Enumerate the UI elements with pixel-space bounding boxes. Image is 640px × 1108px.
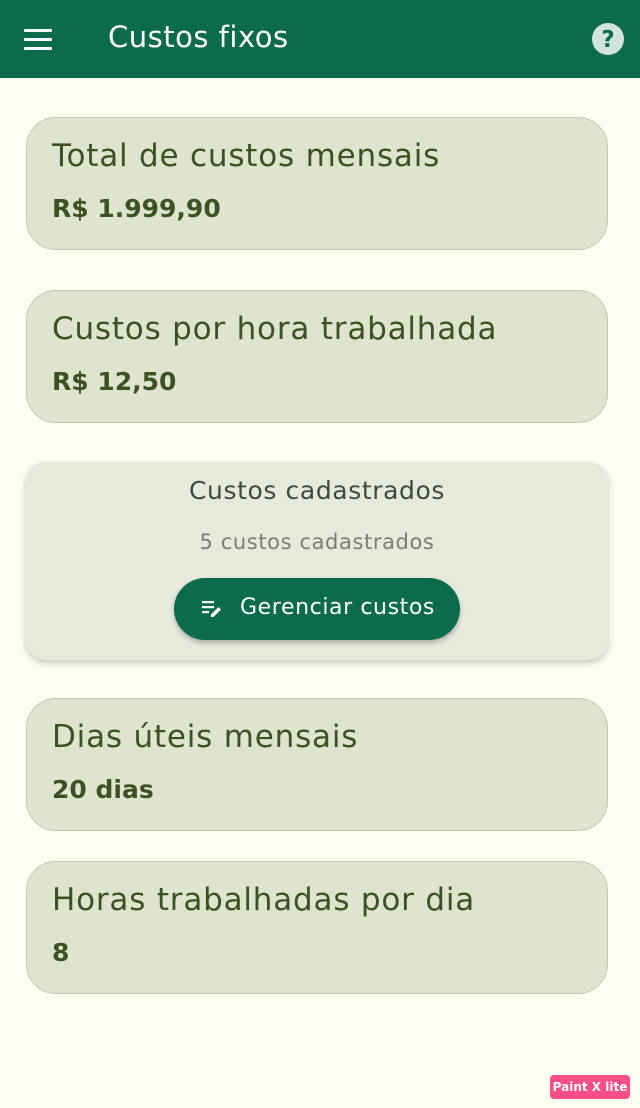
- manage-costs-label: Gerenciar custos: [240, 595, 435, 620]
- manage-costs-button[interactable]: Gerenciar custos: [174, 578, 460, 640]
- app-bar: Custos fixos ?: [0, 0, 640, 78]
- total-monthly-costs-card[interactable]: Total de custos mensais R$ 1.999,90: [26, 117, 608, 250]
- menu-line: [24, 46, 52, 50]
- card-label: Custos por hora trabalhada: [52, 311, 498, 347]
- registered-costs-title: Custos cadastrados: [188, 476, 446, 505]
- cost-per-hour-card[interactable]: Custos por hora trabalhada R$ 12,50: [26, 290, 608, 423]
- svg-text:?: ?: [601, 27, 614, 53]
- registered-costs-card: Custos cadastrados 5 custos cadastrados …: [26, 462, 608, 660]
- card-value: 20 dias: [52, 775, 154, 804]
- watermark-badge: Paint X lite: [550, 1075, 630, 1099]
- monthly-work-days-card[interactable]: Dias úteis mensais 20 dias: [26, 698, 608, 831]
- card-value: R$ 1.999,90: [52, 194, 221, 223]
- menu-line: [24, 37, 52, 41]
- page-title: Custos fixos: [108, 20, 289, 54]
- hours-per-day-card[interactable]: Horas trabalhadas por dia 8: [26, 861, 608, 994]
- card-value: 8: [52, 938, 70, 967]
- edit-note-icon: [202, 601, 221, 617]
- card-label: Total de custos mensais: [52, 138, 441, 174]
- help-circle-icon[interactable]: ?: [590, 21, 626, 57]
- card-label: Horas trabalhadas por dia: [52, 882, 476, 918]
- card-value: R$ 12,50: [52, 367, 177, 396]
- registered-costs-count: 5 custos cadastrados: [199, 530, 435, 554]
- card-label: Dias úteis mensais: [52, 719, 359, 755]
- menu-line: [24, 28, 52, 32]
- menu-icon[interactable]: [18, 19, 58, 59]
